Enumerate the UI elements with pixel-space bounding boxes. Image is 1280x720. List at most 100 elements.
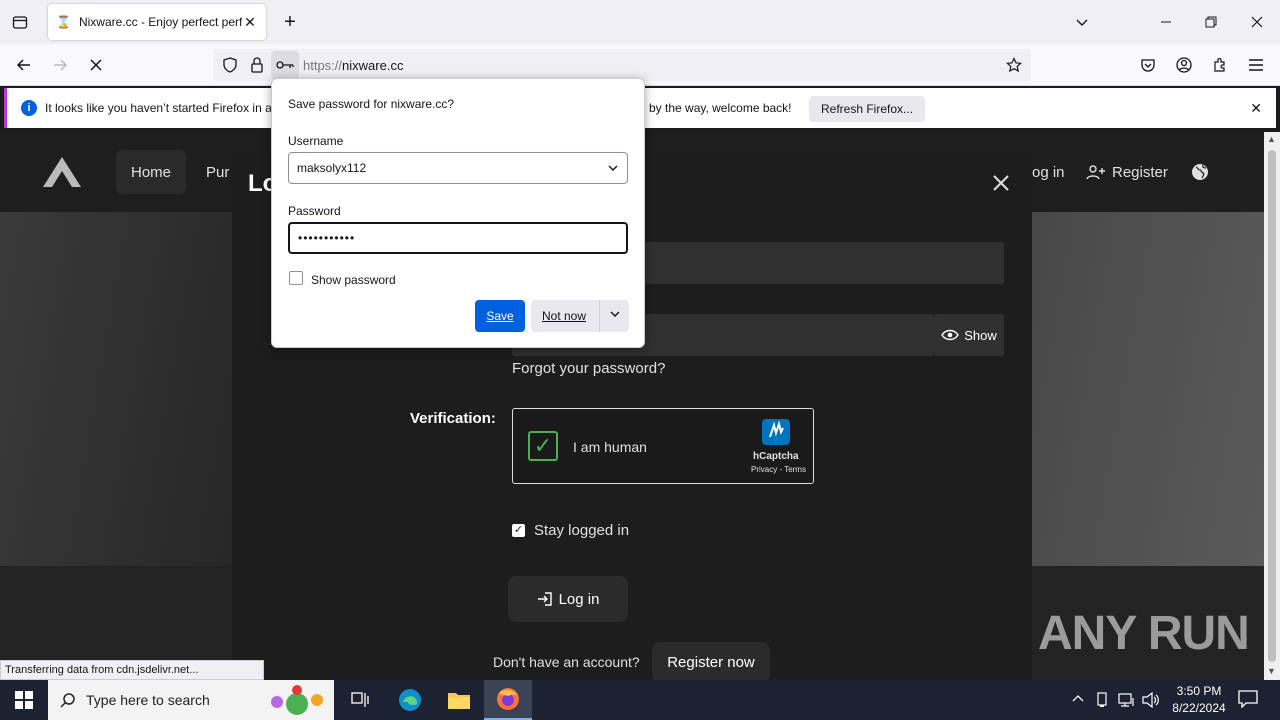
new-tab-icon[interactable]: + <box>280 10 300 34</box>
key-icon[interactable] <box>271 51 299 79</box>
modal-close-icon[interactable] <box>990 172 1012 194</box>
username-label: Username <box>288 134 344 148</box>
captcha-brand: hCaptcha <box>753 451 799 462</box>
nav-login[interactable]: og in <box>1032 150 1065 194</box>
page-scrollbar[interactable]: ▲ ▼ <box>1264 132 1280 680</box>
url-scheme: https:// <box>303 58 343 73</box>
stay-logged-label: Stay logged in <box>534 522 630 539</box>
login-button[interactable]: Log in <box>508 576 628 622</box>
hcaptcha-widget[interactable]: ✓ I am human hCaptcha Privacy - Terms <box>512 408 814 484</box>
clock-date: 8/22/2024 <box>1172 701 1226 715</box>
show-password-toggle[interactable]: Show <box>934 314 1004 356</box>
site-logo-icon[interactable] <box>40 154 84 190</box>
tab-bar: ⌛ Nixware.cc - Enjoy perfect perfo ✕ + <box>0 0 1280 44</box>
file-explorer-icon[interactable] <box>435 680 483 720</box>
login-button-label: Log in <box>558 590 600 608</box>
nav-home-label: Home <box>130 163 171 181</box>
clock-time: 3:50 PM <box>1176 684 1222 698</box>
close-notification-icon[interactable]: ✕ <box>1250 100 1262 117</box>
stop-loading-icon[interactable] <box>86 55 106 75</box>
back-icon[interactable] <box>14 55 34 75</box>
nav-home[interactable]: Home <box>116 150 186 194</box>
search-icon <box>60 692 76 708</box>
restore-icon[interactable] <box>1201 12 1221 32</box>
taskbar-clock[interactable]: 3:50 PM 8/22/2024 <box>1160 683 1238 717</box>
captcha-links[interactable]: Privacy - Terms <box>751 465 806 474</box>
save-password-button[interactable]: Save <box>475 300 525 332</box>
nav-purchase[interactable]: Pur <box>206 150 229 194</box>
taskbar-search[interactable]: Type here to search <box>48 680 334 720</box>
show-password-checkbox[interactable] <box>289 271 303 285</box>
forward-icon[interactable] <box>50 55 70 75</box>
nav-register-label: Register <box>1112 163 1168 181</box>
hourglass-icon: ⌛ <box>56 15 71 29</box>
list-tabs-icon[interactable] <box>1072 12 1092 32</box>
search-highlight-icon <box>260 684 330 716</box>
url-text[interactable]: https://nixware.cc <box>303 58 403 73</box>
popup-username-value: maksolyx112 <box>297 161 367 175</box>
popup-password-field[interactable]: ••••••••••• <box>288 222 628 254</box>
tray-device-icon[interactable] <box>1095 692 1109 708</box>
scroll-up-icon[interactable]: ▲ <box>1267 134 1276 144</box>
notification-text-tail: by the way, welcome back! <box>649 101 792 115</box>
status-panel: Transferring data from cdn.jsdelivr.net.… <box>0 660 264 680</box>
nav-purchase-label: Pur <box>206 163 230 181</box>
not-now-dropdown-icon[interactable] <box>609 308 621 320</box>
nav-login-label: og in <box>1032 163 1065 181</box>
register-now-label: Register now <box>667 653 755 671</box>
not-now-label: Not now <box>542 309 587 323</box>
volume-icon[interactable] <box>1142 692 1160 708</box>
refresh-firefox-button[interactable]: Refresh Firefox... <box>809 96 926 122</box>
search-placeholder: Type here to search <box>86 692 210 708</box>
bookmark-star-icon[interactable] <box>1005 56 1023 74</box>
extensions-icon[interactable] <box>1210 55 1230 75</box>
browser-tab[interactable]: ⌛ Nixware.cc - Enjoy perfect perfo ✕ <box>48 4 266 40</box>
minimize-icon[interactable] <box>1156 12 1176 32</box>
anyrun-watermark: ANY RUN <box>1038 607 1250 660</box>
info-icon: i <box>21 100 37 116</box>
url-host: nixware.cc <box>342 58 404 73</box>
pocket-icon[interactable] <box>1138 55 1158 75</box>
url-bar[interactable]: https://nixware.cc <box>213 49 1031 81</box>
firefox-view-icon[interactable] <box>10 12 30 32</box>
globe-icon[interactable] <box>1190 162 1210 182</box>
task-view-icon[interactable] <box>336 680 384 720</box>
sign-in-icon <box>537 591 553 607</box>
menu-icon[interactable] <box>1246 55 1266 75</box>
windows-start-icon[interactable] <box>0 680 48 720</box>
button-divider <box>599 300 600 332</box>
nav-register[interactable]: Register <box>1086 150 1168 194</box>
close-window-icon[interactable] <box>1247 12 1267 32</box>
show-label: Show <box>964 327 997 343</box>
scroll-down-icon[interactable]: ▼ <box>1267 666 1276 676</box>
firefox-taskbar-icon[interactable] <box>484 680 532 720</box>
popup-username-field[interactable]: maksolyx112 <box>288 152 628 184</box>
forgot-password-link[interactable]: Forgot your password? <box>512 360 665 377</box>
account-icon[interactable] <box>1174 55 1194 75</box>
tracking-protection-icon[interactable] <box>221 56 239 74</box>
show-password-label: Show password <box>311 273 396 287</box>
save-password-popup: Save password for nixware.cc? Username m… <box>271 78 645 348</box>
captcha-checkbox[interactable]: ✓ <box>528 431 558 461</box>
notification-text: It looks like you haven’t started Firefo… <box>45 101 272 115</box>
edge-icon[interactable] <box>386 680 434 720</box>
hcaptcha-logo-icon <box>759 417 793 447</box>
close-tab-icon[interactable]: ✕ <box>242 14 258 31</box>
no-account-text: Don't have an account? <box>493 654 640 670</box>
stay-logged-checkbox[interactable]: ✓ <box>512 524 525 537</box>
windows-taskbar: Type here to search 3:50 PM 8/22/2024 <box>0 680 1280 720</box>
popup-title: Save password for nixware.cc? <box>288 97 455 111</box>
network-icon[interactable] <box>1118 692 1136 708</box>
tray-chevron-icon[interactable] <box>1071 692 1085 706</box>
chevron-down-icon[interactable] <box>607 162 619 174</box>
scroll-thumb[interactable] <box>1268 150 1276 662</box>
lock-icon[interactable] <box>248 56 266 74</box>
verification-label: Verification: <box>410 410 496 427</box>
password-label: Password <box>288 204 341 218</box>
register-now-button[interactable]: Register now <box>652 642 770 680</box>
notifications-icon[interactable] <box>1238 690 1258 708</box>
user-add-icon <box>1086 164 1106 180</box>
tab-title: Nixware.cc - Enjoy perfect perfo <box>78 15 242 29</box>
captcha-text: I am human <box>573 439 647 455</box>
not-now-button[interactable]: Not now <box>531 300 629 332</box>
